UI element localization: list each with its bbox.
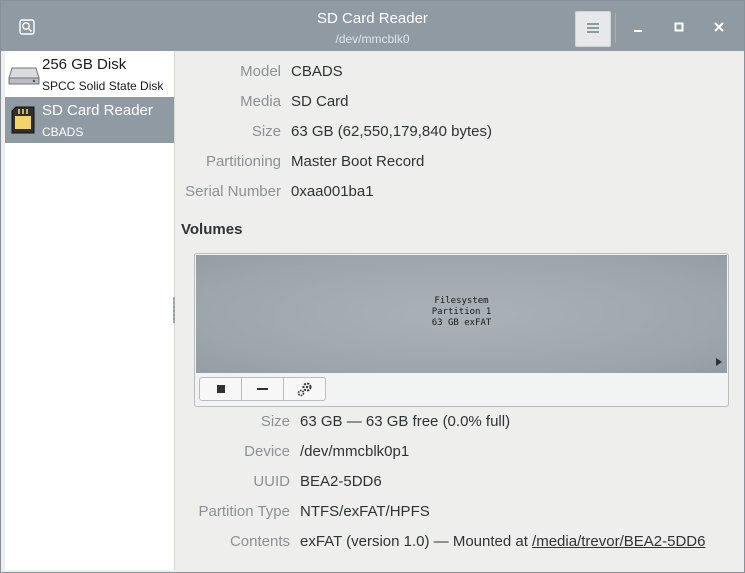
contents-value: exFAT (version 1.0) — Mounted at /media/… bbox=[300, 533, 705, 550]
maximize-icon bbox=[674, 22, 684, 32]
partition-size-text: 63 GB exFAT bbox=[431, 318, 492, 328]
device-value: /dev/mmcblk0p1 bbox=[300, 443, 410, 460]
hamburger-menu-icon-line bbox=[587, 31, 599, 33]
minimize-icon bbox=[634, 30, 642, 32]
drive-list: 256 GB Disk SPCC Solid State Disk SD Car… bbox=[5, 51, 175, 570]
partitioning-value: Master Boot Record bbox=[291, 153, 425, 170]
titlebar-separator bbox=[615, 13, 616, 43]
mounted-play-icon bbox=[716, 358, 722, 366]
partition-type-label: Partition Type bbox=[198, 503, 290, 520]
device-label: Device bbox=[244, 443, 290, 460]
minus-icon bbox=[257, 388, 268, 390]
gears-icon bbox=[297, 382, 312, 397]
serial-number-value: 0xaa001ba1 bbox=[291, 183, 374, 200]
partition-number-text: Partition 1 bbox=[431, 307, 492, 317]
model-label: Model bbox=[240, 63, 281, 80]
contents-label: Contents bbox=[229, 533, 290, 550]
sd-card-icon bbox=[8, 106, 40, 134]
drive-description: SPCC Solid State Disk bbox=[42, 79, 164, 93]
stop-icon bbox=[217, 385, 225, 393]
menu-button[interactable] bbox=[575, 11, 611, 47]
media-label: Media bbox=[240, 93, 281, 110]
size-label: Size bbox=[251, 123, 281, 140]
serial-number-label: Serial Number bbox=[185, 183, 281, 200]
minimize-button[interactable] bbox=[628, 17, 648, 37]
hard-disk-icon bbox=[8, 60, 40, 88]
size-value: 63 GB (62,550,179,840 bytes) bbox=[291, 123, 492, 140]
uuid-value: BEA2-5DD6 bbox=[300, 473, 382, 490]
partition-type-text: Filesystem bbox=[434, 296, 489, 306]
partition-options-button[interactable] bbox=[283, 377, 326, 401]
drive-item-256gb-disk[interactable]: 256 GB Disk SPCC Solid State Disk bbox=[5, 51, 174, 97]
partition-size-label: Size bbox=[260, 413, 290, 430]
contents-text: exFAT (version 1.0) — Mounted at bbox=[300, 533, 533, 550]
hamburger-menu-icon bbox=[587, 23, 599, 25]
maximize-button[interactable] bbox=[669, 17, 689, 37]
delete-partition-button[interactable] bbox=[241, 377, 284, 401]
hamburger-menu-icon-line bbox=[587, 27, 599, 29]
volumes-heading: Volumes bbox=[181, 221, 243, 238]
mount-point-link[interactable]: /media/trevor/BEA2-5DD6 bbox=[532, 533, 705, 550]
drive-name: SD Card Reader bbox=[42, 102, 153, 119]
unmount-button[interactable] bbox=[199, 377, 242, 401]
title-bar[interactable]: SD Card Reader /dev/mmcblk0 bbox=[1, 1, 744, 51]
volume-toolbar bbox=[199, 377, 326, 401]
uuid-label: UUID bbox=[253, 473, 290, 490]
partitioning-label: Partitioning bbox=[205, 153, 281, 170]
disks-window: SD Card Reader /dev/mmcblk0 256 GB Disk … bbox=[0, 0, 745, 573]
drive-item-sd-card-reader[interactable]: SD Card Reader CBADS bbox=[5, 97, 174, 143]
volume-map: Filesystem Partition 1 63 GB exFAT bbox=[194, 253, 729, 407]
close-button[interactable] bbox=[709, 17, 729, 37]
drive-name: 256 GB Disk bbox=[42, 56, 127, 73]
model-value: CBADS bbox=[291, 63, 343, 80]
drive-details: Model CBADS Media SD Card Size 63 GB (62… bbox=[175, 51, 744, 572]
partition-type-value: NTFS/exFAT/HPFS bbox=[300, 503, 430, 520]
media-value: SD Card bbox=[291, 93, 349, 110]
partition-label: Filesystem Partition 1 63 GB exFAT bbox=[196, 296, 727, 329]
close-icon bbox=[714, 22, 724, 32]
drive-description: CBADS bbox=[42, 125, 84, 139]
partition-1-block[interactable]: Filesystem Partition 1 63 GB exFAT bbox=[196, 255, 727, 373]
partition-size-value: 63 GB — 63 GB free (0.0% full) bbox=[300, 413, 511, 430]
